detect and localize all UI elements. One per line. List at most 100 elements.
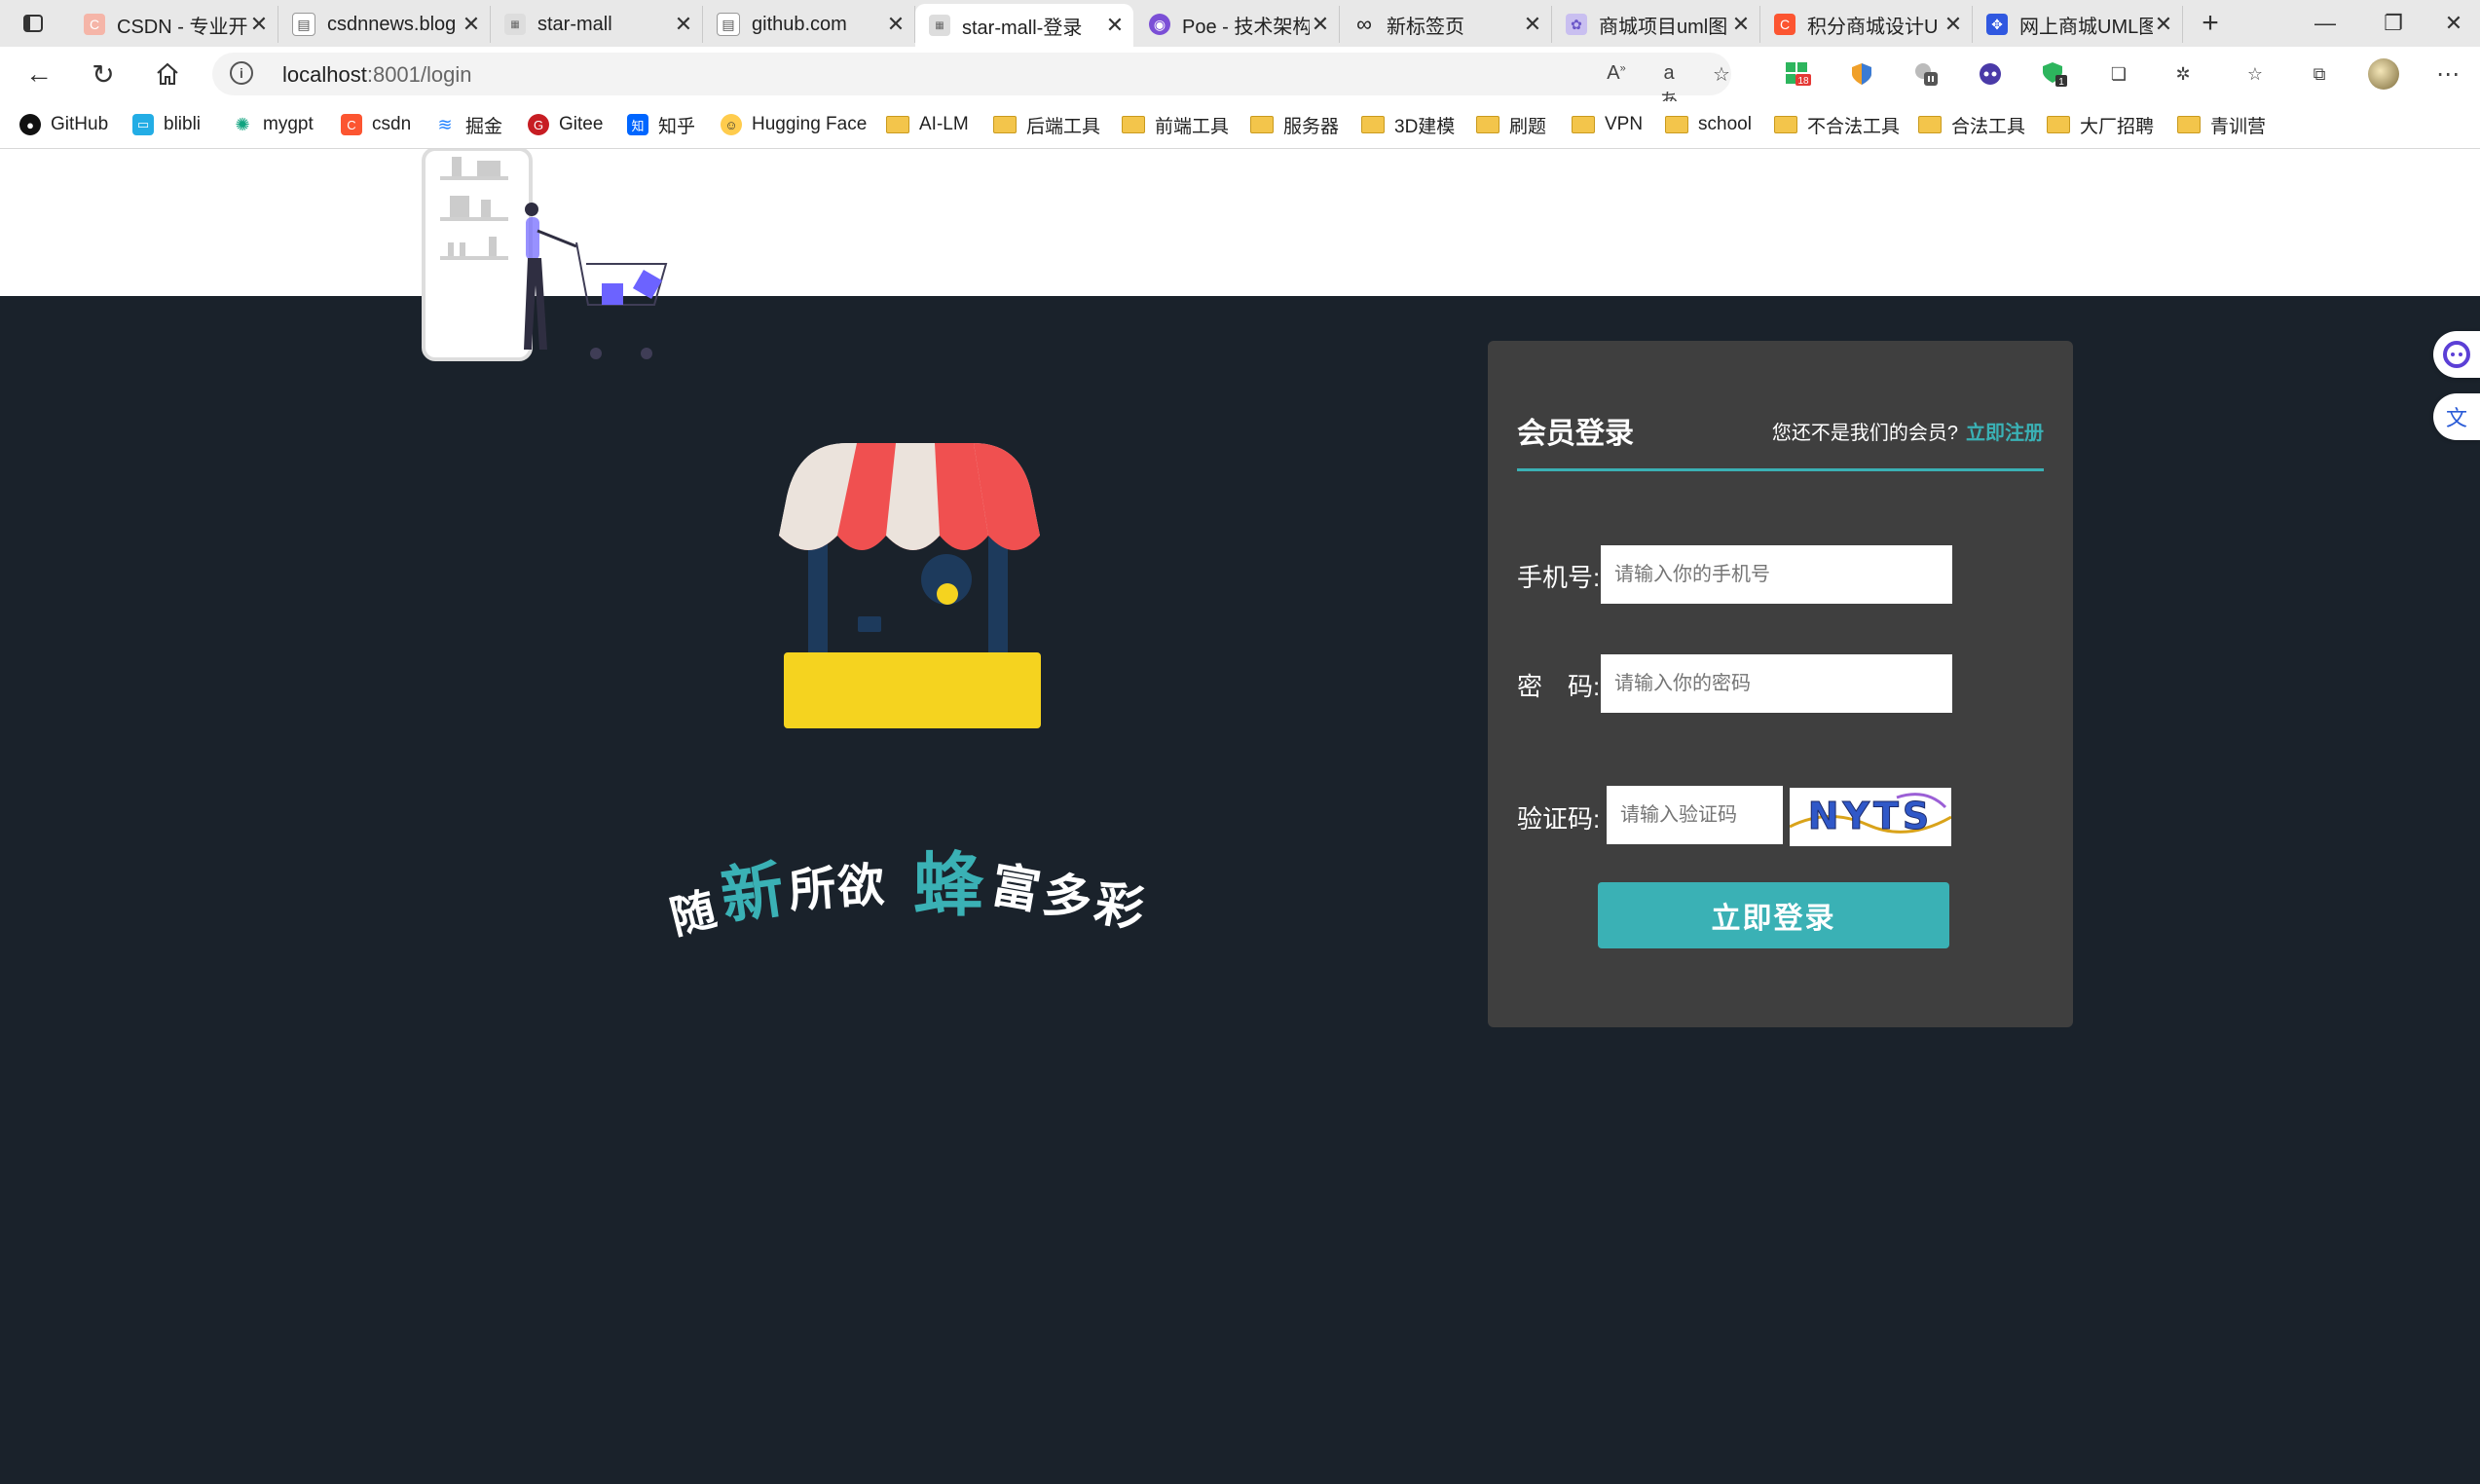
browser-tab[interactable]: C 积分商城设计U ✕ xyxy=(1760,6,1973,43)
translate-icon[interactable]: aあ xyxy=(1655,62,1683,112)
address-bar[interactable]: i localhost:8001/login A» aあ ☆ xyxy=(212,53,1731,112)
folder-icon xyxy=(1476,116,1499,133)
bookmark-folder-tools-a[interactable]: 不合法工具 xyxy=(1774,111,1900,138)
url-text[interactable]: localhost:8001/login xyxy=(282,62,472,88)
bookmark-blibli[interactable]: ▭ blibli xyxy=(132,111,201,138)
bookmark-csdn[interactable]: Ccsdn xyxy=(341,111,411,138)
site-info-icon[interactable]: i xyxy=(230,61,253,85)
read-aloud-icon[interactable]: A» xyxy=(1603,62,1630,88)
tab-actions-icon[interactable] xyxy=(16,8,51,39)
title-underline xyxy=(1517,468,2044,471)
add-favorite-icon[interactable]: ☆ xyxy=(1708,62,1735,88)
restore-button[interactable]: ❐ xyxy=(2364,8,2423,39)
captcha-image[interactable]: NYTS xyxy=(1790,788,1951,846)
poe-extension-icon[interactable] xyxy=(1975,58,2006,90)
infinity-icon: ∞ xyxy=(1356,12,1372,36)
close-tab-icon[interactable]: ✕ xyxy=(1310,12,1331,37)
slogan-part: 随 xyxy=(665,883,722,944)
more-menu-icon[interactable]: ⋯ xyxy=(2432,58,2463,90)
folder-icon xyxy=(1918,116,1942,133)
bookmark-github[interactable]: ● GitHub xyxy=(19,111,108,138)
openai-icon: ✺ xyxy=(235,114,250,134)
phone-label: 手机号: xyxy=(1517,563,1601,592)
close-tab-icon[interactable]: ✕ xyxy=(1522,12,1543,37)
folder-icon xyxy=(1361,116,1385,133)
close-tab-icon[interactable]: ✕ xyxy=(2153,12,2174,37)
minimize-button[interactable]: — xyxy=(2296,8,2354,39)
bookmark-zhihu[interactable]: 知知乎 xyxy=(627,111,695,138)
captcha-input[interactable] xyxy=(1607,786,1783,844)
page-icon: ▤ xyxy=(292,13,315,36)
slogan-part: 所欲 xyxy=(787,859,889,918)
register-link[interactable]: 立即注册 xyxy=(1966,423,2044,444)
collections-icon[interactable]: ⧉ xyxy=(2304,58,2335,90)
bookmark-folder-school[interactable]: school xyxy=(1665,111,1752,138)
close-tab-icon[interactable]: ✕ xyxy=(1730,12,1752,37)
home-icon[interactable] xyxy=(148,56,187,92)
new-tab-button[interactable]: + xyxy=(2193,7,2228,39)
baidu-icon: ✥ xyxy=(1986,14,2008,35)
close-tab-icon[interactable]: ✕ xyxy=(248,12,270,37)
bookmark-folder-jobs[interactable]: 大厂招聘 xyxy=(2047,111,2154,138)
star-mall-icon: ▦ xyxy=(929,15,950,36)
bookmark-mygpt[interactable]: ✺ mygpt xyxy=(232,111,313,138)
back-icon[interactable]: ← xyxy=(19,56,58,92)
bookmark-folder-vpn[interactable]: VPN xyxy=(1572,111,1643,138)
close-tab-icon[interactable]: ✕ xyxy=(1104,13,1126,38)
bookmark-huggingface[interactable]: ☺ Hugging Face xyxy=(721,111,867,138)
copilot-float-icon[interactable] xyxy=(2433,331,2480,378)
security-extension-icon[interactable]: 1 xyxy=(2039,58,2070,90)
bookmark-folder-practice[interactable]: 刷题 xyxy=(1476,111,1546,138)
reload-icon[interactable]: ↻ xyxy=(84,56,123,92)
browser-tab[interactable]: ∞ 新标签页 ✕ xyxy=(1340,6,1552,43)
shopping-cart-illustration xyxy=(422,149,668,361)
shop-stall-illustration xyxy=(779,443,1041,728)
csdn-icon: C xyxy=(341,114,362,135)
bookmark-folder-frontend[interactable]: 前端工具 xyxy=(1122,111,1229,138)
extension-badge-icon[interactable]: 18 xyxy=(1782,58,1813,90)
slogan-accent: 新 xyxy=(716,853,789,933)
close-tab-icon[interactable]: ✕ xyxy=(461,12,482,37)
poe-icon: ◉ xyxy=(1149,14,1170,35)
bookmark-juejin[interactable]: ≋ 掘金 xyxy=(434,111,502,138)
login-button[interactable]: 立即登录 xyxy=(1598,882,1949,948)
close-tab-icon[interactable]: ✕ xyxy=(885,12,907,37)
browser-tab-active[interactable]: ▦ star-mall-登录 ✕ xyxy=(915,4,1133,47)
browser-tab[interactable]: C CSDN - 专业开 ✕ xyxy=(70,6,278,43)
bookmark-folder-tools-b[interactable]: 合法工具 xyxy=(1918,111,2025,138)
reading-list-icon[interactable]: ❏ xyxy=(2103,58,2134,90)
bookmark-folder-3d[interactable]: 3D建模 xyxy=(1361,111,1455,138)
login-title: 会员登录 xyxy=(1517,418,1634,450)
browser-tab[interactable]: ▤ github.com ✕ xyxy=(703,6,915,43)
phone-input[interactable] xyxy=(1601,545,1952,604)
bookmark-folder-backend[interactable]: 后端工具 xyxy=(993,111,1100,138)
favorites-icon[interactable]: ☆ xyxy=(2239,58,2271,90)
tab-manager-extension-icon[interactable] xyxy=(1910,58,1942,90)
bookmarks-bar: ● GitHub ▭ blibli ✺ mygpt Ccsdn ≋ 掘金 G Gitee … xyxy=(0,101,2480,149)
close-tab-icon[interactable]: ✕ xyxy=(673,12,694,37)
browser-tab[interactable]: ▤ csdnnews.blog ✕ xyxy=(278,6,491,43)
close-tab-icon[interactable]: ✕ xyxy=(1943,12,1964,37)
close-window-button[interactable]: ✕ xyxy=(2424,8,2480,39)
captcha-text: NYTS xyxy=(1808,795,1934,837)
browser-tab[interactable]: ◉ Poe - 技术架构 ✕ xyxy=(1135,6,1340,43)
browser-tab[interactable]: ✿ 商城项目uml图 ✕ xyxy=(1552,6,1760,43)
folder-icon xyxy=(1250,116,1274,133)
extensions-icon[interactable]: ✲ xyxy=(2167,58,2199,90)
browser-tab[interactable]: ▦ star-mall ✕ xyxy=(491,6,703,43)
slogan: 随 新 所欲 蜂 富多彩 xyxy=(662,828,1168,954)
bilibili-icon: ▭ xyxy=(132,114,154,135)
profile-avatar[interactable] xyxy=(2368,58,2399,90)
bookmark-folder-camp[interactable]: 青训营 xyxy=(2177,111,2266,138)
svg-text:18: 18 xyxy=(1797,76,1809,87)
folder-icon xyxy=(1572,116,1595,133)
browser-tab[interactable]: ✥ 网上商城UML图 ✕ xyxy=(1973,6,2183,43)
translate-float-icon[interactable]: 文 xyxy=(2433,393,2480,440)
register-prompt: 您还不是我们的会员? 立即注册 xyxy=(1771,423,2044,444)
folder-icon xyxy=(2047,116,2070,133)
password-input[interactable] xyxy=(1601,654,1952,713)
bookmark-folder-server[interactable]: 服务器 xyxy=(1250,111,1339,138)
bookmark-folder-ai-lm[interactable]: AI-LM xyxy=(886,111,969,138)
bookmark-gitee[interactable]: G Gitee xyxy=(528,111,603,138)
shield-extension-icon[interactable] xyxy=(1846,58,1877,90)
